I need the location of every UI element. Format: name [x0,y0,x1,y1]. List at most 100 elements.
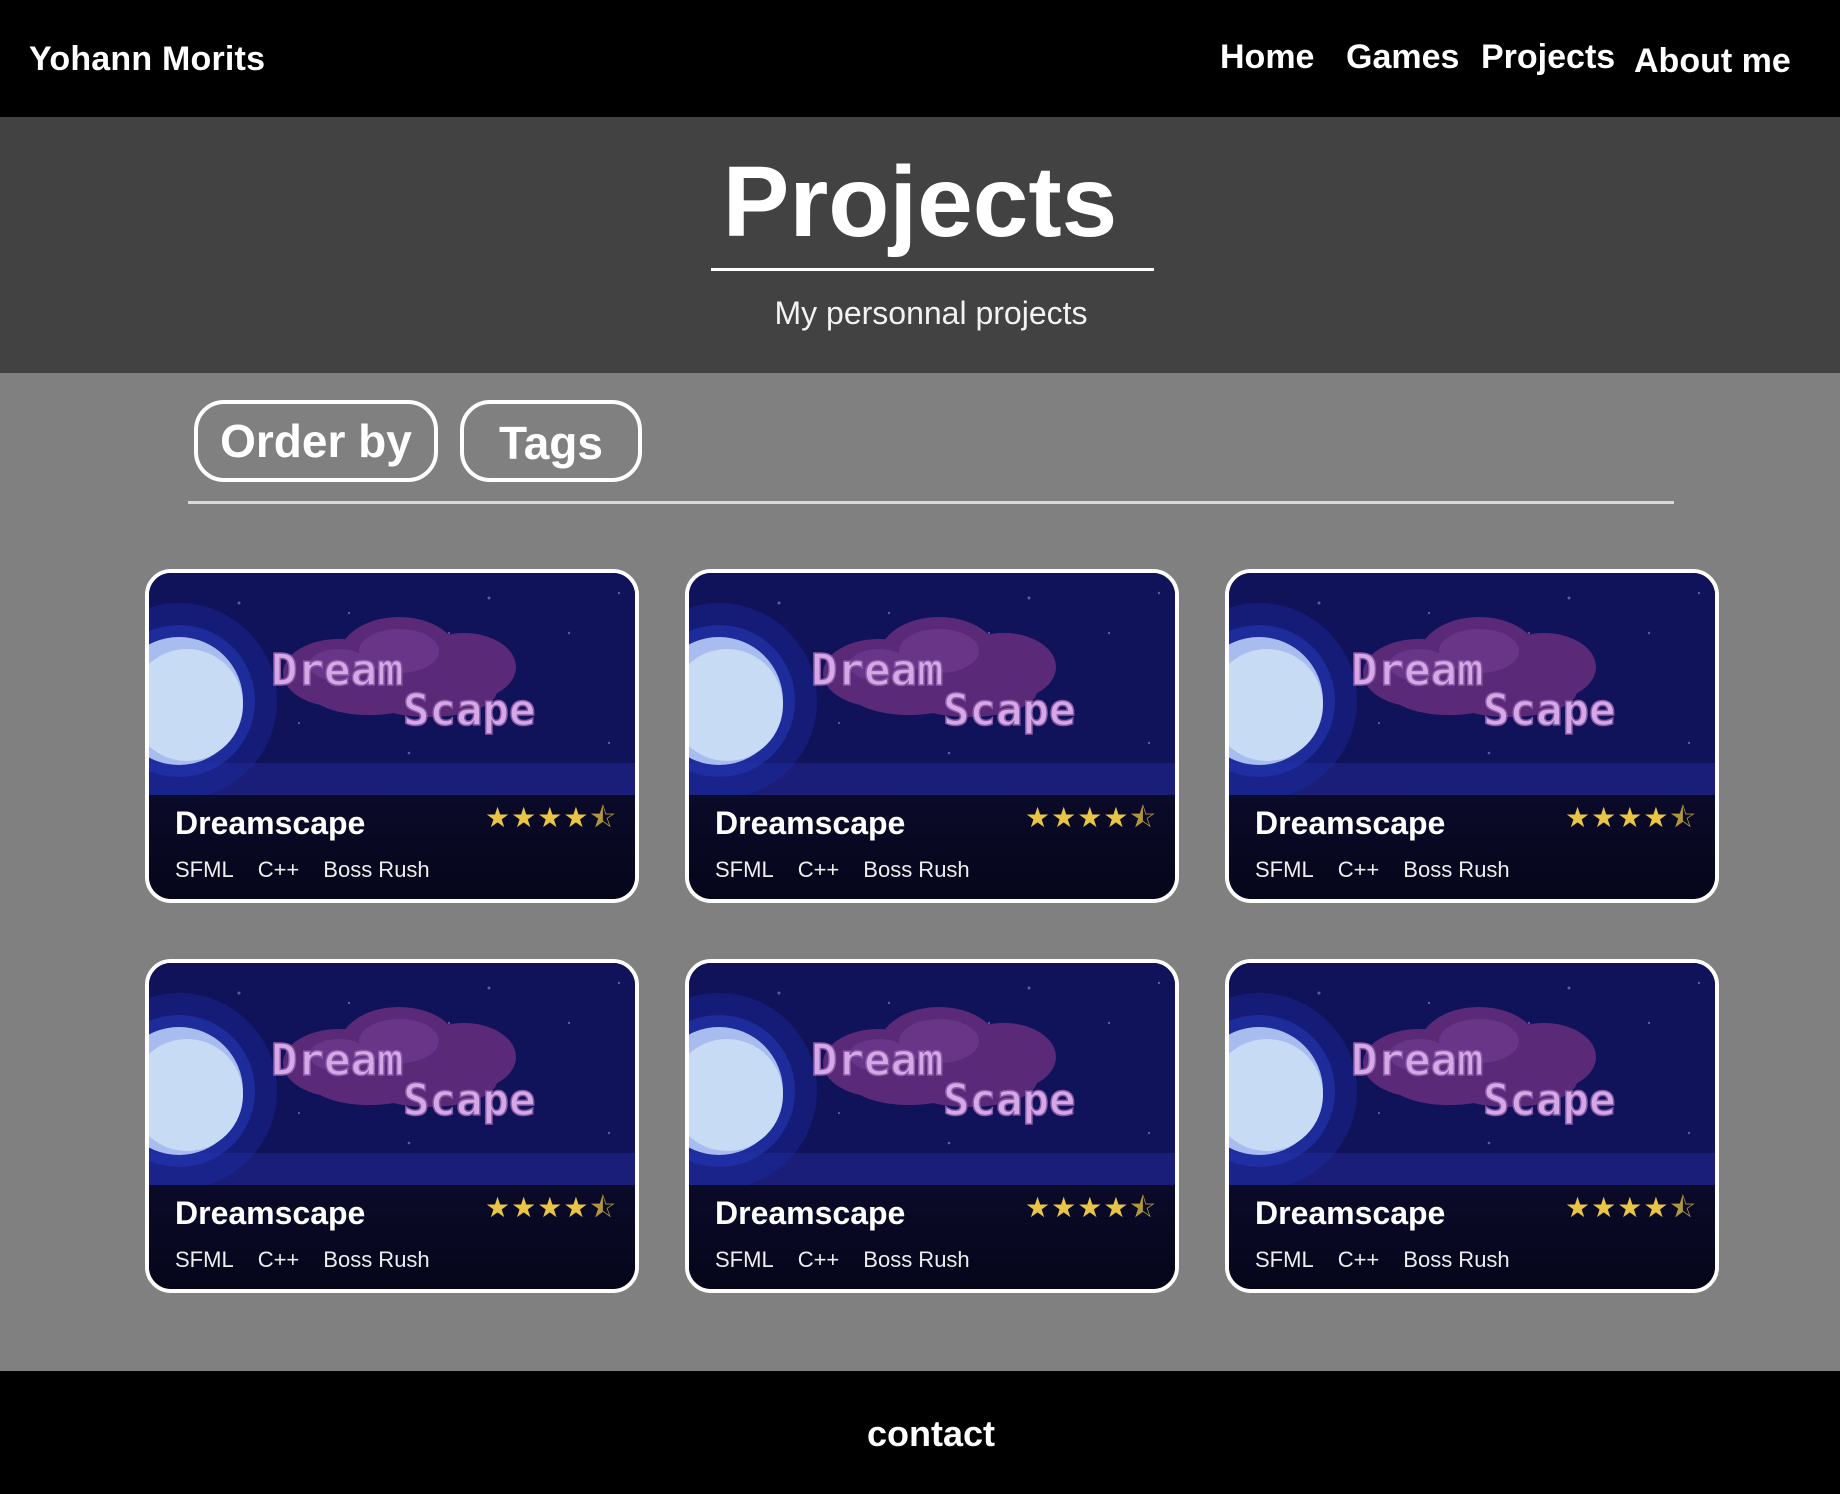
card-tags: SFML C++ Boss Rush [175,857,430,883]
banner-logo-text: Dream [811,1035,943,1086]
card-info: Dreamscape ★★★★⯪ SFML C++ Boss Rush [1229,1185,1715,1289]
card-info: Dreamscape ★★★★⯪ SFML C++ Boss Rush [149,795,635,899]
half-star-icon: ⯪ [1669,1191,1697,1224]
card-banner-image: Dream Scape [149,573,635,795]
star-icon: ★ [1103,1191,1130,1224]
star-rating: ★★★★⯪ [1565,797,1697,845]
card-title: Dreamscape [1255,1195,1446,1231]
hero-section: Projects My personnal projects [0,117,1840,373]
star-icon: ★ [485,801,512,834]
star-rating: ★★★★⯪ [1025,1187,1157,1235]
banner-logo-text: Dream [811,645,943,696]
project-card[interactable]: Dream Scape Dreamscape ★★★★⯪ SFML C++ Boss Rus… [685,959,1179,1293]
card-title: Dreamscape [715,805,906,841]
card-tags: SFML C++ Boss Rush [715,857,970,883]
nav-link-about-me[interactable]: About me [1634,42,1791,81]
tag-label: C++ [797,857,840,882]
star-icon: ★ [537,1191,564,1224]
card-info: Dreamscape ★★★★⯪ SFML C++ Boss Rush [689,1185,1175,1289]
contact-link[interactable]: contact [0,1413,1840,1455]
order-by-button[interactable]: Order by [194,400,438,482]
card-title: Dreamscape [715,1195,906,1231]
star-icon: ★ [537,801,564,834]
project-card[interactable]: Dream Scape Dreamscape ★★★★⯪ SFML C++ Boss Rus… [1225,569,1719,903]
star-icon: ★ [1591,801,1618,834]
tag-label: SFML [715,1247,774,1272]
tag-label: C++ [257,857,300,882]
nav-link-projects[interactable]: Projects [1481,38,1615,77]
page-title: Projects [722,146,1118,258]
tag-label: C++ [797,1247,840,1272]
star-icon: ★ [1077,1191,1104,1224]
star-icon: ★ [1051,1191,1078,1224]
card-title: Dreamscape [1255,805,1446,841]
filter-divider [188,501,1674,504]
star-rating: ★★★★⯪ [1565,1187,1697,1235]
tag-label: Boss Rush [863,857,970,882]
tag-label: C++ [257,1247,300,1272]
star-icon: ★ [511,801,538,834]
half-star-icon: ⯪ [1129,801,1157,834]
tag-label: Boss Rush [863,1247,970,1272]
star-icon: ★ [1025,801,1052,834]
card-tags: SFML C++ Boss Rush [1255,1247,1510,1273]
tag-label: Boss Rush [323,1247,430,1272]
banner-logo-text: Scape [943,1075,1075,1126]
project-card[interactable]: Dream Scape Dreamscape ★★★★⯪ SFML C++ Boss Rus… [685,569,1179,903]
banner-logo-text: Scape [403,1075,535,1126]
main-nav: Home Games Projects About me [0,38,1840,88]
star-icon: ★ [1565,1191,1592,1224]
tag-label: Boss Rush [1403,857,1510,882]
half-star-icon: ⯪ [589,801,617,834]
project-card[interactable]: Dream Scape Dreamscape ★★★★⯪ SFML C++ Boss Rus… [1225,959,1719,1293]
tag-label: SFML [1255,1247,1314,1272]
banner-logo-text: Dream [1351,645,1483,696]
half-star-icon: ⯪ [1669,801,1697,834]
star-icon: ★ [1617,801,1644,834]
star-icon: ★ [1643,1191,1670,1224]
star-icon: ★ [563,1191,590,1224]
star-rating: ★★★★⯪ [1025,797,1157,845]
tags-button[interactable]: Tags [460,400,642,482]
star-icon: ★ [1077,801,1104,834]
banner-logo-text: Scape [403,685,535,736]
tag-label: SFML [715,857,774,882]
star-icon: ★ [1051,801,1078,834]
half-star-icon: ⯪ [589,1191,617,1224]
star-icon: ★ [563,801,590,834]
title-divider [711,268,1154,271]
tag-label: Boss Rush [1403,1247,1510,1272]
top-navbar: Yohann Morits Home Games Projects About … [0,0,1840,117]
project-card[interactable]: Dream Scape Dreamscape ★★★★⯪ SFML C++ Boss Rus… [145,959,639,1293]
star-icon: ★ [511,1191,538,1224]
tag-label: SFML [175,1247,234,1272]
card-banner-image: Dream Scape [1229,963,1715,1185]
banner-logo-text: Scape [1483,685,1615,736]
footer: contact [0,1371,1840,1494]
card-info: Dreamscape ★★★★⯪ SFML C++ Boss Rush [149,1185,635,1289]
tag-label: C++ [1337,1247,1380,1272]
card-tags: SFML C++ Boss Rush [175,1247,430,1273]
page-subtitle: My personnal projects [774,295,1088,331]
star-icon: ★ [1591,1191,1618,1224]
card-tags: SFML C++ Boss Rush [715,1247,970,1273]
nav-link-home[interactable]: Home [1220,38,1314,77]
star-icon: ★ [1025,1191,1052,1224]
card-info: Dreamscape ★★★★⯪ SFML C++ Boss Rush [689,795,1175,899]
half-star-icon: ⯪ [1129,1191,1157,1224]
star-icon: ★ [1643,801,1670,834]
star-icon: ★ [485,1191,512,1224]
banner-logo-text: Dream [271,1035,403,1086]
nav-link-games[interactable]: Games [1346,38,1459,77]
card-tags: SFML C++ Boss Rush [1255,857,1510,883]
tag-label: C++ [1337,857,1380,882]
card-banner-image: Dream Scape [1229,573,1715,795]
project-card[interactable]: Dream Scape Dreamscape ★★★★⯪ SFML C++ Boss Rus… [145,569,639,903]
card-banner-image: Dream Scape [149,963,635,1185]
star-rating: ★★★★⯪ [485,1187,617,1235]
star-icon: ★ [1565,801,1592,834]
card-banner-image: Dream Scape [689,963,1175,1185]
banner-logo-text: Scape [1483,1075,1615,1126]
star-rating: ★★★★⯪ [485,797,617,845]
card-banner-image: Dream Scape [689,573,1175,795]
